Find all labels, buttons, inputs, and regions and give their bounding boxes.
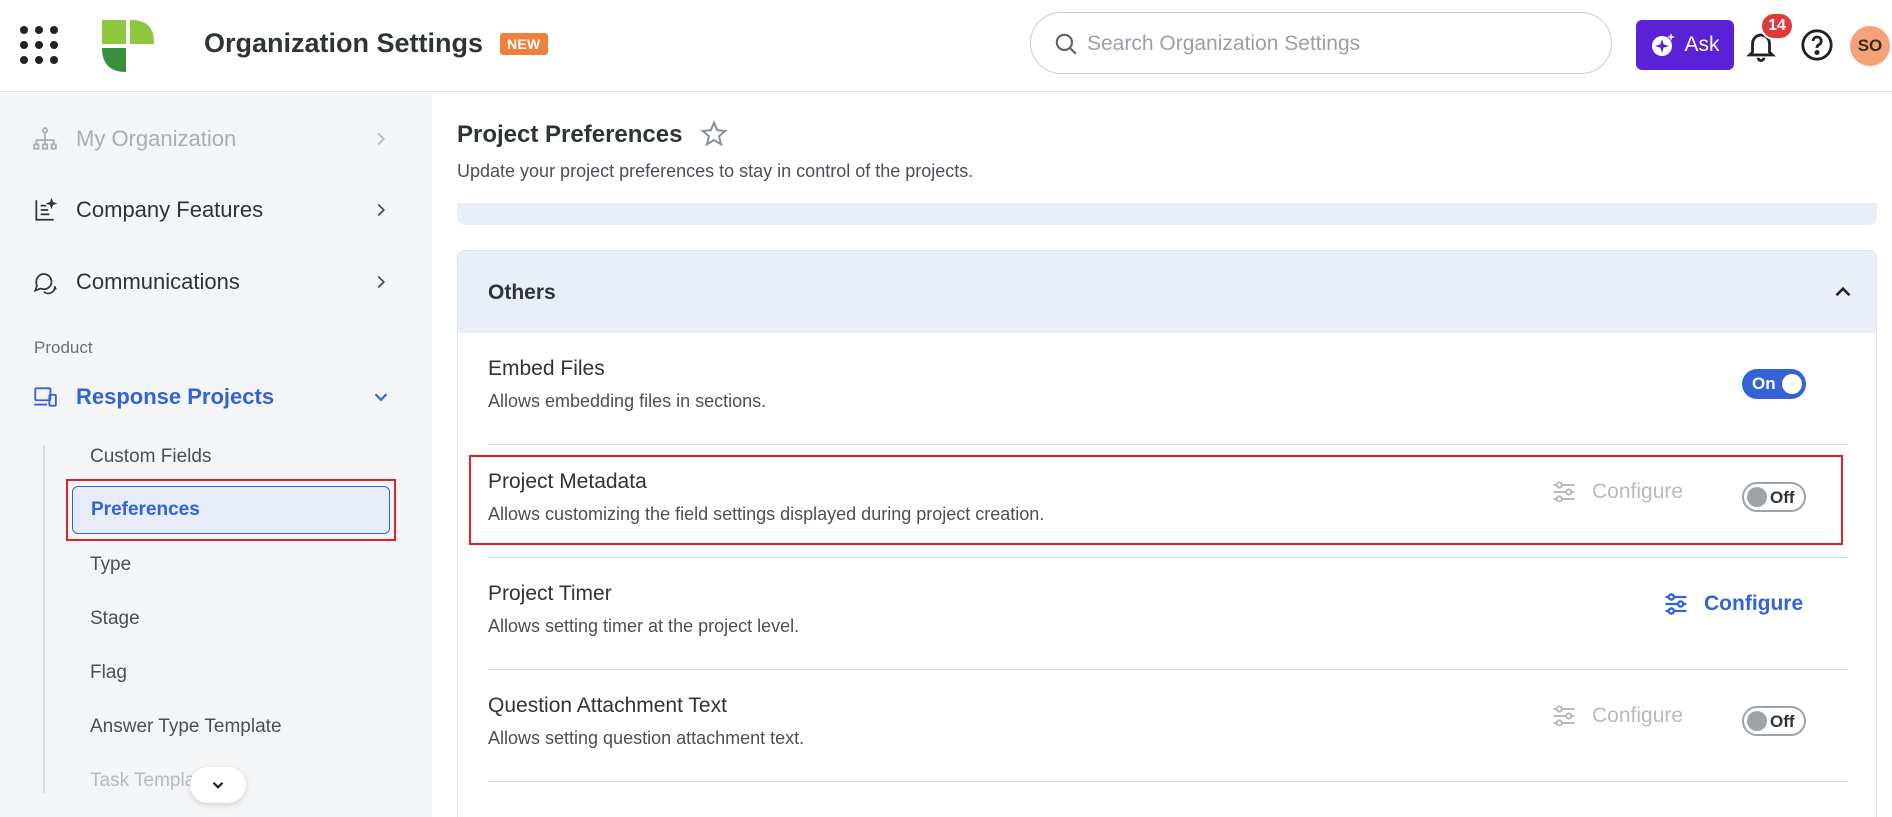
ai-spark-icon [1652,33,1676,56]
sidebar-item-label: Response Projects [76,384,275,409]
configure-label: Configure [1704,592,1804,615]
section-title: Others [488,281,556,304]
project-metadata-configure-button[interactable]: Configure [1550,478,1683,506]
top-bar: Organization Settings NEW Ask 14 SO [0,0,1892,92]
subnav-item-custom-fields[interactable]: Custom Fields [90,446,211,468]
ask-label: Ask [1684,33,1720,56]
toggle-label: Off [1770,488,1795,507]
subnav-item-answer-type-template[interactable]: Answer Type Template [90,716,282,738]
sidebar: My Organization Company Features Communi… [0,93,432,817]
subnav-item-flag[interactable]: Flag [90,662,127,684]
chevron-down-icon [212,781,224,789]
product-icon [34,387,57,407]
toggle-knob [1747,711,1767,731]
setting-description: Allows setting timer at the project leve… [488,616,800,636]
chevron-up-icon[interactable] [1830,279,1856,305]
setting-row-embed-files: Embed Files Allows embedding files in se… [488,333,1848,445]
setting-title: Project Metadata [488,470,647,493]
search-box[interactable] [1030,12,1612,74]
toggle-label: On [1752,374,1776,393]
features-icon [35,197,58,221]
new-badge: NEW [500,33,548,55]
sidebar-item-company-features[interactable]: Company Features [0,185,432,235]
others-section-header[interactable]: Others [458,251,1876,333]
org-tree-icon [33,127,57,150]
subnav-item-type[interactable]: Type [90,554,131,576]
ask-button[interactable]: Ask [1636,20,1734,70]
highlight-box [66,479,396,541]
subnav-line [43,445,45,793]
notification-count-badge: 14 [1760,12,1794,40]
setting-description: Allows embedding files in sections. [488,391,767,411]
chevron-down-icon [374,393,388,402]
app-title: Organization Settings [204,28,484,58]
project-metadata-toggle[interactable]: Off [1742,482,1806,512]
page-title: Project Preferences [457,121,683,148]
sidebar-item-response-projects[interactable]: Response Projects [0,372,432,422]
toggle-knob [1747,487,1767,507]
scroll-down-button[interactable] [190,767,246,803]
sidebar-item-label: My Organization [76,126,237,151]
search-input[interactable] [1087,25,1587,63]
main-content: Project Preferences Update your project … [433,93,1892,817]
previous-section-card [457,203,1877,225]
help-icon[interactable] [1800,28,1834,62]
chevron-right-icon [377,203,386,217]
question-attachment-configure-button[interactable]: Configure [1550,702,1683,730]
logo [102,20,154,72]
toggle-label: Off [1770,712,1795,731]
setting-description: Allows customizing the field settings di… [488,504,1045,524]
star-icon[interactable] [699,119,729,149]
page-subtitle: Update your project preferences to stay … [457,161,974,181]
sidebar-item-label: Communications [76,269,240,294]
chevron-right-icon [377,132,386,146]
sliders-icon [1553,705,1575,727]
subnav-item-task-template[interactable]: Task Templa [90,770,195,792]
setting-row-question-attachment-text: Question Attachment Text Allows setting … [488,670,1848,782]
project-timer-configure-button[interactable]: Configure [1662,590,1803,618]
setting-title: Project Timer [488,582,612,605]
setting-title: Embed Files [488,357,605,380]
chat-icon [33,273,57,295]
configure-label: Configure [1592,704,1684,727]
toggle-knob [1782,374,1802,394]
subnav-item-stage[interactable]: Stage [90,608,140,630]
others-section: Others Embed Files Allows embedding file… [457,250,1877,817]
setting-row-project-timer: Project Timer Allows setting timer at th… [488,558,1848,670]
search-icon [1055,33,1077,55]
setting-row-project-metadata: Project Metadata Allows customizing the … [488,446,1848,558]
embed-files-toggle[interactable]: On [1742,369,1806,399]
sidebar-item-my-organization[interactable]: My Organization [0,114,432,164]
sliders-icon [1665,593,1687,615]
setting-title: Question Attachment Text [488,694,727,717]
sliders-icon [1553,481,1575,503]
setting-description: Allows setting question attachment text. [488,728,805,748]
avatar[interactable]: SO [1850,26,1890,66]
apps-grid-icon[interactable] [20,26,58,64]
sidebar-item-label: Company Features [76,197,264,222]
sidebar-item-communications[interactable]: Communications [0,257,432,307]
section-label-product: Product [34,338,93,357]
chevron-right-icon [377,275,386,289]
question-attachment-toggle[interactable]: Off [1742,706,1806,736]
configure-label: Configure [1592,480,1684,503]
